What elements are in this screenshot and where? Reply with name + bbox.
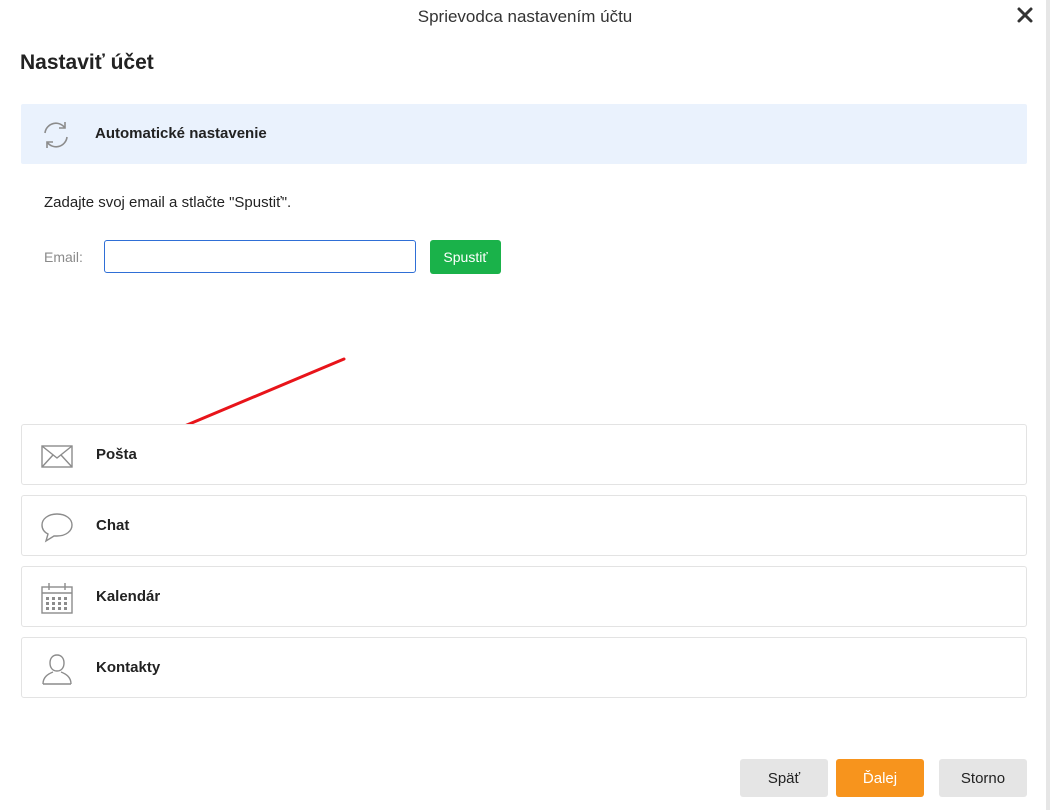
category-chat[interactable]: Chat — [21, 495, 1027, 556]
category-label: Pošta — [96, 446, 137, 463]
cancel-button[interactable]: Storno — [939, 759, 1027, 797]
category-label: Kalendár — [96, 588, 161, 605]
mail-icon — [40, 439, 74, 473]
back-button[interactable]: Späť — [740, 759, 828, 797]
category-calendar[interactable]: Kalendár — [21, 566, 1027, 627]
auto-setup-label: Automatické nastavenie — [95, 125, 267, 142]
contact-icon — [40, 652, 74, 686]
sync-icon — [39, 118, 73, 152]
chat-icon — [40, 510, 74, 544]
page-title: Nastaviť účet — [20, 51, 154, 74]
category-label: Chat — [96, 517, 130, 534]
email-input[interactable] — [104, 240, 416, 273]
category-mail[interactable]: Pošta — [21, 424, 1027, 485]
category-contacts[interactable]: Kontakty — [21, 637, 1027, 698]
close-icon[interactable] — [1014, 4, 1036, 26]
instruction-text: Zadajte svoj email a stlačte "Spustiť". — [44, 194, 292, 211]
calendar-icon — [40, 581, 74, 615]
next-button[interactable]: Ďalej — [836, 759, 924, 797]
run-button[interactable]: Spustiť — [430, 240, 501, 274]
category-label: Kontakty — [96, 659, 161, 676]
email-label: Email: — [44, 249, 83, 265]
title-bar: Sprievodca nastavením účtu — [0, 0, 1050, 34]
account-setup-wizard: Sprievodca nastavením účtu Nastaviť účet… — [0, 0, 1050, 810]
window-title: Sprievodca nastavením účtu — [417, 7, 633, 26]
auto-setup-panel[interactable]: Automatické nastavenie — [21, 104, 1027, 164]
scrollbar[interactable] — [1046, 0, 1050, 810]
